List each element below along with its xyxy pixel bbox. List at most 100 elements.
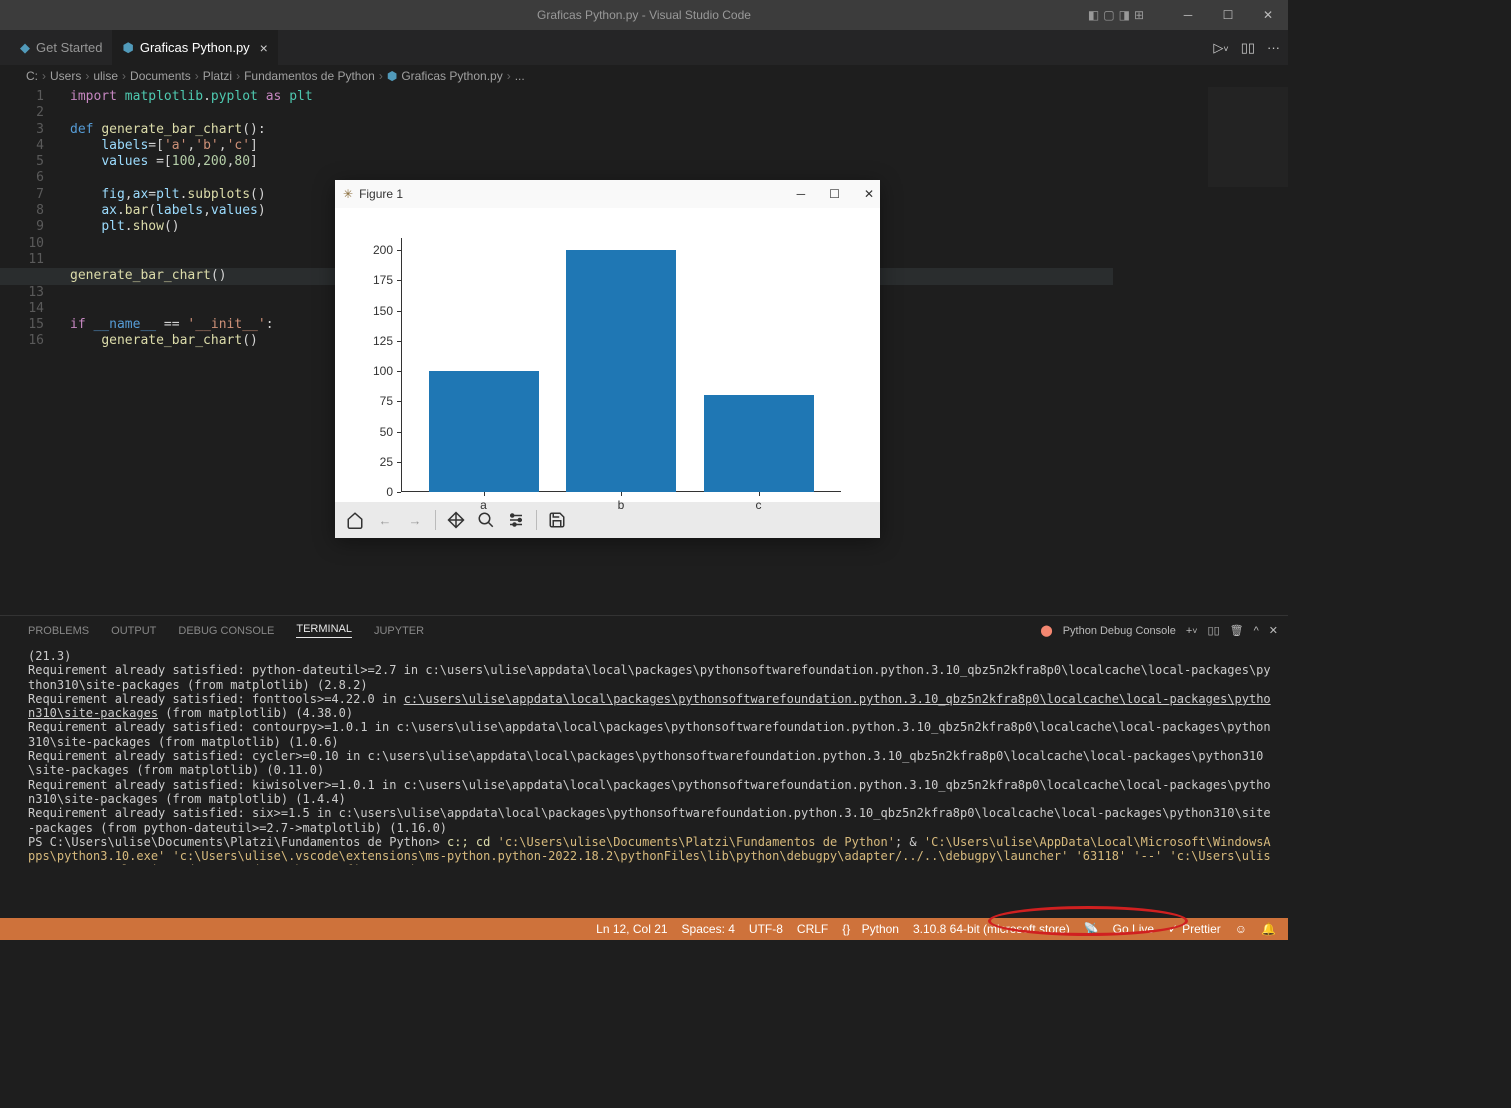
figure-close-button[interactable]: ✕	[864, 187, 874, 201]
split-terminal-icon[interactable]: ▯▯	[1208, 624, 1220, 637]
eol[interactable]: CRLF	[797, 922, 828, 936]
code-line[interactable]: import matplotlib.pyplot as plt	[70, 89, 313, 105]
terminal-kind-label[interactable]: Python Debug Console	[1063, 625, 1176, 637]
split-editor-icon[interactable]: ▯▯	[1241, 40, 1255, 56]
code-line[interactable]	[70, 105, 313, 121]
breadcrumb-item[interactable]: Fundamentos de Python	[244, 69, 375, 83]
editor-tabs: ◆ Get Started ⬢ Graficas Python.py × ▷˅ …	[0, 30, 1288, 65]
code-line[interactable]: ax.bar(labels,values)	[70, 203, 313, 219]
breadcrumb-item[interactable]: Graficas Python.py	[401, 69, 502, 83]
minimize-button[interactable]: ─	[1168, 0, 1208, 30]
close-tab-icon[interactable]: ×	[260, 40, 268, 56]
radio-tower-icon[interactable]: 📡	[1084, 922, 1099, 936]
code-line[interactable]: plt.show()	[70, 219, 313, 235]
line-number: 11	[0, 252, 44, 268]
y-tick-label: 150	[361, 304, 393, 318]
layout-secondary-icon[interactable]: ◨	[1119, 8, 1130, 22]
breadcrumb[interactable]: C:› Users› ulise› Documents› Platzi› Fun…	[0, 65, 1288, 87]
breadcrumb-item[interactable]: Platzi	[203, 69, 232, 83]
code-line[interactable]	[70, 252, 313, 268]
code-line[interactable]: generate_bar_chart()	[70, 333, 313, 349]
new-terminal-icon[interactable]: +˅	[1186, 625, 1198, 637]
figure-maximize-button[interactable]: ☐	[829, 187, 840, 201]
x-tick-label: a	[480, 498, 487, 512]
close-window-button[interactable]: ✕	[1248, 0, 1288, 30]
panel-tabs: PROBLEMS OUTPUT DEBUG CONSOLE TERMINAL J…	[0, 615, 1288, 645]
save-icon[interactable]	[545, 508, 569, 532]
line-number: 7	[0, 187, 44, 203]
tab-get-started[interactable]: ◆ Get Started	[0, 30, 112, 65]
code-line[interactable]: labels=['a','b','c']	[70, 138, 313, 154]
tab-graficas-python[interactable]: ⬢ Graficas Python.py ×	[112, 30, 277, 65]
figure-titlebar[interactable]: ✳ Figure 1 ─ ☐ ✕	[335, 180, 880, 208]
line-number: 6	[0, 170, 44, 186]
pan-icon[interactable]	[444, 508, 468, 532]
matplotlib-icon: ✳	[343, 187, 353, 201]
bell-icon[interactable]: 🔔	[1261, 922, 1276, 936]
maximize-panel-icon[interactable]: ^	[1254, 625, 1259, 637]
titlebar: Graficas Python.py - Visual Studio Code …	[0, 0, 1288, 30]
panel-tab-output[interactable]: OUTPUT	[111, 625, 156, 637]
language-mode[interactable]: {} Python	[842, 922, 899, 936]
code-line[interactable]	[70, 301, 313, 317]
breadcrumb-item[interactable]: Users	[50, 69, 81, 83]
code-line[interactable]: def generate_bar_chart():	[70, 122, 313, 138]
cursor-position[interactable]: Ln 12, Col 21	[596, 922, 667, 936]
terminal-output[interactable]: (21.3)Requirement already satisfied: pyt…	[0, 645, 1288, 865]
minimap[interactable]	[1208, 87, 1288, 187]
encoding[interactable]: UTF-8	[749, 922, 783, 936]
more-actions-icon[interactable]: ···	[1267, 40, 1280, 55]
run-button[interactable]: ▷˅	[1213, 40, 1228, 56]
panel-tab-problems[interactable]: PROBLEMS	[28, 625, 89, 637]
python-icon: ⬢	[387, 69, 397, 83]
line-number: 8	[0, 203, 44, 219]
layout-customize-icon[interactable]: ⊞	[1134, 8, 1144, 22]
breadcrumb-item[interactable]: Documents	[130, 69, 191, 83]
line-number: 9	[0, 219, 44, 235]
y-tick-label: 25	[361, 455, 393, 469]
x-tick-label: c	[756, 498, 762, 512]
panel-tab-debug-console[interactable]: DEBUG CONSOLE	[178, 625, 274, 637]
code-line[interactable]	[70, 170, 313, 186]
close-panel-icon[interactable]: ✕	[1269, 624, 1278, 637]
line-number: 10	[0, 236, 44, 252]
figure-minimize-button[interactable]: ─	[797, 187, 806, 201]
configure-icon[interactable]	[504, 508, 528, 532]
y-tick-label: 100	[361, 364, 393, 378]
layout-primary-side-icon[interactable]: ◧	[1088, 8, 1099, 22]
debug-icon: ⬤	[1040, 624, 1052, 637]
breadcrumb-item[interactable]: ...	[515, 69, 525, 83]
prettier-status[interactable]: ✓ Prettier	[1168, 922, 1221, 936]
y-tick-label: 175	[361, 273, 393, 287]
chart-bar	[429, 371, 539, 492]
chart-bar	[704, 395, 814, 492]
layout-panel-icon[interactable]: ▢	[1103, 8, 1114, 22]
python-icon: ⬢	[122, 40, 133, 56]
maximize-button[interactable]: ☐	[1208, 0, 1248, 30]
code-line[interactable]: fig,ax=plt.subplots()	[70, 187, 313, 203]
feedback-icon[interactable]: ☺	[1235, 922, 1247, 936]
kill-terminal-icon[interactable]: 🗑	[1230, 624, 1244, 637]
line-number: 14	[0, 301, 44, 317]
home-icon[interactable]	[343, 508, 367, 532]
python-interpreter[interactable]: 3.10.8 64-bit (microsoft store)	[913, 922, 1070, 936]
code-line[interactable]: values =[100,200,80]	[70, 154, 313, 170]
line-number: 15	[0, 317, 44, 333]
indentation[interactable]: Spaces: 4	[682, 922, 735, 936]
breadcrumb-item[interactable]: C:	[26, 69, 38, 83]
panel-tab-terminal[interactable]: TERMINAL	[296, 623, 352, 638]
breadcrumb-item[interactable]: ulise	[93, 69, 118, 83]
code-line[interactable]	[70, 236, 313, 252]
panel-tab-jupyter[interactable]: JUPYTER	[374, 625, 424, 637]
line-number: 5	[0, 154, 44, 170]
y-tick-label: 200	[361, 243, 393, 257]
y-tick-label: 50	[361, 425, 393, 439]
code-line[interactable]	[70, 285, 313, 301]
forward-icon[interactable]: →	[403, 508, 427, 532]
code-line[interactable]: if __name__ == '__init__':	[70, 317, 313, 333]
matplotlib-figure-window[interactable]: ✳ Figure 1 ─ ☐ ✕ 0255075100125150175200a…	[335, 180, 880, 538]
line-number: 2	[0, 105, 44, 121]
go-live[interactable]: Go Live	[1113, 922, 1154, 936]
back-icon[interactable]: ←	[373, 508, 397, 532]
tab-label: Get Started	[36, 40, 102, 55]
